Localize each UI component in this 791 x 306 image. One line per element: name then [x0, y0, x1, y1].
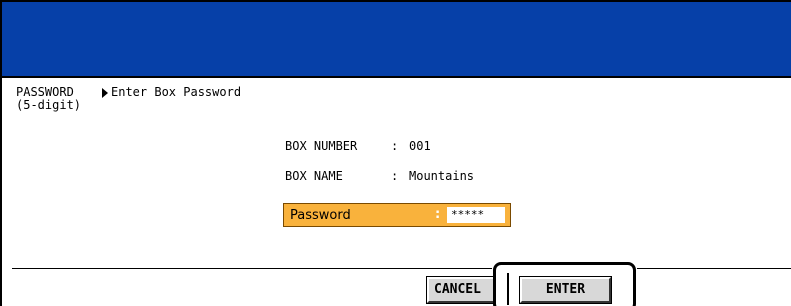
password-field-label: Password: [290, 208, 351, 223]
title-bar: [0, 2, 791, 76]
password-input[interactable]: *****: [447, 207, 505, 223]
enter-button[interactable]: ENTER: [519, 276, 612, 304]
box-number-row: BOX NUMBER : 001: [285, 140, 431, 153]
instruction-text: Enter Box Password: [111, 85, 242, 99]
right-triangle-icon: [102, 87, 108, 98]
box-name-label: BOX NAME: [285, 169, 343, 183]
password-field-separator: :: [435, 207, 441, 222]
box-number-label: BOX NUMBER: [285, 139, 358, 153]
prompt-sublabel: (5-digit): [16, 98, 82, 112]
password-dialog: PASSWORD (5-digit) Enter Box Password BO…: [0, 0, 791, 306]
box-name-value: Mountains: [409, 169, 475, 183]
box-name-row: BOX NAME : Mountains: [285, 170, 474, 183]
left-border: [0, 0, 2, 306]
box-number-separator: :: [391, 139, 399, 153]
footer-divider-right: [637, 268, 791, 269]
instruction: Enter Box Password: [102, 86, 241, 99]
top-border: [0, 0, 791, 2]
footer-divider-left: [12, 268, 492, 269]
highlight-separator: [507, 273, 509, 305]
box-name-separator: :: [391, 169, 399, 183]
header-divider: [0, 76, 791, 78]
password-field[interactable]: Password : *****: [283, 203, 511, 227]
box-number-value: 001: [409, 139, 431, 153]
